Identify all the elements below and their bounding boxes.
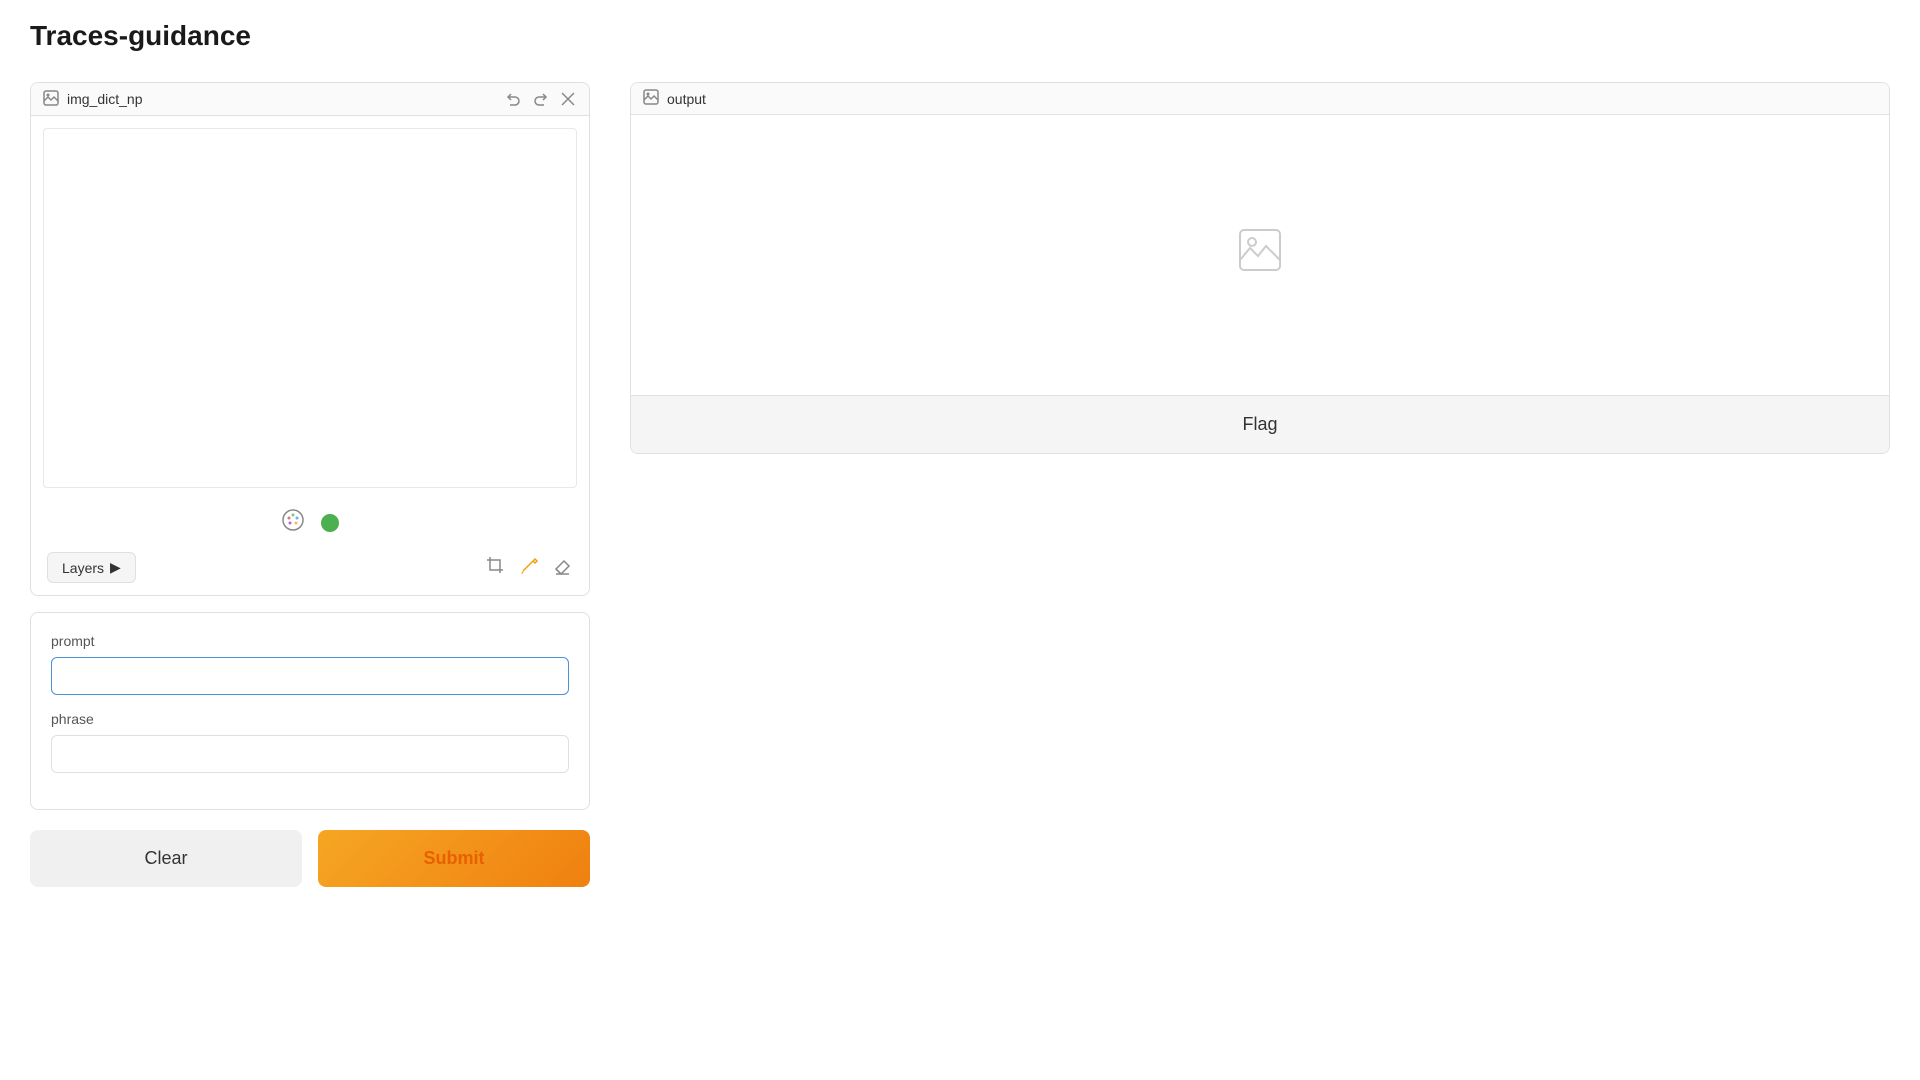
- output-card: output Flag: [630, 82, 1890, 454]
- prompt-label: prompt: [51, 633, 569, 649]
- image-card: img_dict_np: [30, 82, 590, 596]
- output-card-title: output: [667, 91, 706, 107]
- image-card-header: img_dict_np: [31, 83, 589, 116]
- image-canvas: [43, 128, 577, 488]
- redo-button[interactable]: [531, 89, 551, 109]
- output-card-icon: [643, 89, 659, 108]
- crop-icon[interactable]: [485, 555, 505, 580]
- drawing-tools: [485, 555, 573, 580]
- image-card-title-text: img_dict_np: [67, 91, 143, 107]
- image-card-actions: [503, 89, 577, 109]
- phrase-label: phrase: [51, 711, 569, 727]
- layers-label: Layers: [62, 560, 104, 576]
- output-card-header: output: [631, 83, 1889, 115]
- output-placeholder-icon: [1236, 226, 1284, 284]
- color-indicator[interactable]: [321, 514, 339, 532]
- palette-icon[interactable]: [281, 508, 305, 538]
- clear-button[interactable]: Clear: [30, 830, 302, 887]
- phrase-input[interactable]: [51, 735, 569, 773]
- form-section: prompt phrase: [30, 612, 590, 810]
- undo-button[interactable]: [503, 89, 523, 109]
- image-card-icon: [43, 90, 59, 109]
- eraser-icon[interactable]: [553, 555, 573, 580]
- prompt-input[interactable]: [51, 657, 569, 695]
- page-title: Traces-guidance: [30, 20, 1890, 52]
- output-image-area: [631, 115, 1889, 395]
- image-card-title-area: img_dict_np: [43, 90, 143, 109]
- flag-button[interactable]: Flag: [631, 395, 1889, 453]
- button-row: Clear Submit: [30, 830, 590, 887]
- layers-button[interactable]: Layers ▶: [47, 552, 136, 583]
- layers-arrow-icon: ▶: [110, 559, 121, 576]
- brush-icon[interactable]: [519, 555, 539, 580]
- close-button[interactable]: [559, 90, 577, 108]
- color-toolbar: [31, 500, 589, 546]
- submit-button[interactable]: Submit: [318, 830, 590, 887]
- layers-toolbar: Layers ▶: [31, 546, 589, 595]
